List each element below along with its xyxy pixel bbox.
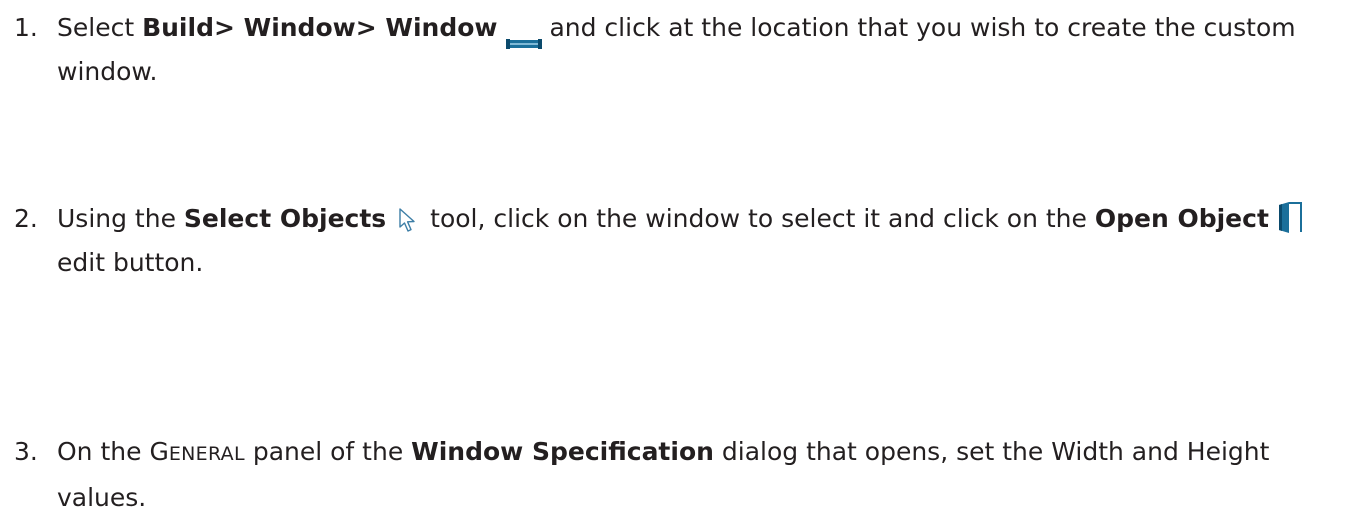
panel-name: GENERAL <box>149 437 244 466</box>
select-arrow-icon <box>396 204 420 232</box>
step-3: 3. On the GENERAL panel of the Window Sp… <box>14 430 1334 520</box>
step-text-part: edit button. <box>57 248 204 277</box>
open-object-icon <box>1278 200 1304 234</box>
step-number: 2. <box>14 204 38 233</box>
step-text: Using the Select Objects tool, click on … <box>57 197 1334 285</box>
window-tool-icon <box>505 21 542 49</box>
step-text-part: panel of the <box>244 437 412 466</box>
step-1: 1. Select Build> Window> Window and clic… <box>14 6 1334 94</box>
step-number: 3. <box>14 437 38 466</box>
button-name: Open Object <box>1094 204 1269 233</box>
step-text-part: tool, click on the window to select it a… <box>422 204 1095 233</box>
menu-path: Build> Window> Window <box>142 13 498 42</box>
step-number: 1. <box>14 13 38 42</box>
step-text: On the GENERAL panel of the Window Speci… <box>57 430 1334 520</box>
step-text-part: On the <box>57 437 150 466</box>
tool-name: Select Objects <box>183 204 387 233</box>
panel-name-rest: ENERAL <box>168 443 245 465</box>
dialog-name: Window Specification <box>411 437 714 466</box>
step-text-part: Select <box>57 13 143 42</box>
panel-name-initial: G <box>149 437 169 466</box>
step-text: Select Build> Window> Window and click a… <box>57 6 1334 94</box>
step-text-part: Using the <box>57 204 184 233</box>
step-2: 2. Using the Select Objects tool, click … <box>14 197 1334 285</box>
